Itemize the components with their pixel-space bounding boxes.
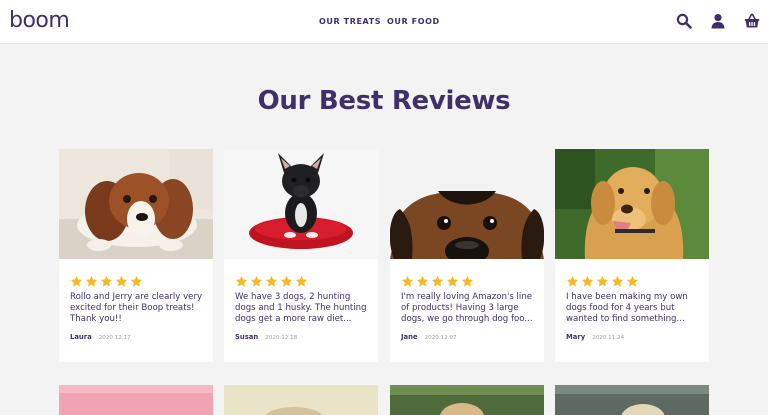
- star-icon: [100, 275, 113, 288]
- rating-stars: [70, 273, 145, 287]
- star-icon: [566, 275, 579, 288]
- review-date: 2020.11.24: [592, 335, 625, 341]
- review-card: We have 3 dogs, 2 hunting dogs and 1 hus…: [224, 149, 378, 362]
- review-date: 2020.12.18: [265, 335, 298, 341]
- search-icon[interactable]: [676, 13, 692, 29]
- review-photo: [224, 149, 378, 259]
- star-icon: [446, 275, 459, 288]
- brand-logo[interactable]: boom: [9, 8, 70, 34]
- review-photo: [59, 149, 213, 259]
- review-author: Susan: [235, 333, 259, 341]
- review-text: I'm really loving Amazon's line of produ…: [401, 292, 533, 324]
- review-photo: [224, 385, 378, 415]
- star-icon: [596, 275, 609, 288]
- star-icon: [130, 275, 143, 288]
- rating-stars: [566, 273, 641, 287]
- review-author: Mary: [566, 333, 586, 341]
- nav-our-food[interactable]: OUR FOOD: [387, 17, 440, 26]
- basket-icon[interactable]: [744, 13, 760, 29]
- star-icon: [401, 275, 414, 288]
- page-title: Our Best Reviews: [257, 86, 511, 116]
- star-icon: [70, 275, 83, 288]
- review-meta: Laura 2020.12.17: [70, 333, 131, 341]
- star-icon: [235, 275, 248, 288]
- review-author: Laura: [70, 333, 92, 341]
- star-icon: [295, 275, 308, 288]
- review-photo: [390, 149, 544, 259]
- star-icon: [581, 275, 594, 288]
- review-date: 2020.12.17: [98, 335, 131, 341]
- review-date: 2020.12.07: [424, 335, 457, 341]
- rating-stars: [235, 273, 310, 287]
- review-photo: [59, 385, 213, 415]
- review-text: We have 3 dogs, 2 hunting dogs and 1 hus…: [235, 292, 367, 324]
- review-meta: Mary 2020.11.24: [566, 333, 624, 341]
- star-icon: [280, 275, 293, 288]
- star-icon: [85, 275, 98, 288]
- star-icon: [611, 275, 624, 288]
- review-photo: [390, 385, 544, 415]
- star-icon: [461, 275, 474, 288]
- review-author: Jane: [401, 333, 418, 341]
- review-text: Rollo and Jerry are clearly very excited…: [70, 292, 203, 324]
- review-text: I have been making my own dogs food for …: [566, 292, 688, 324]
- star-icon: [115, 275, 128, 288]
- review-photo: [555, 385, 709, 415]
- star-icon: [250, 275, 263, 288]
- user-icon[interactable]: [710, 13, 726, 29]
- review-meta: Jane 2020.12.07: [401, 333, 457, 341]
- review-meta: Susan 2020.12.18: [235, 333, 297, 341]
- star-icon: [626, 275, 639, 288]
- review-card: I'm really loving Amazon's line of produ…: [390, 149, 544, 362]
- star-icon: [416, 275, 429, 288]
- review-card: I have been making my own dogs food for …: [555, 149, 709, 362]
- star-icon: [265, 275, 278, 288]
- star-icon: [431, 275, 444, 288]
- nav-our-treats[interactable]: OUR TREATS: [319, 17, 381, 26]
- rating-stars: [401, 273, 476, 287]
- review-card: Rollo and Jerry are clearly very excited…: [59, 149, 213, 362]
- site-header: boom OUR TREATS OUR FOOD: [0, 0, 768, 44]
- review-photo: [555, 149, 709, 259]
